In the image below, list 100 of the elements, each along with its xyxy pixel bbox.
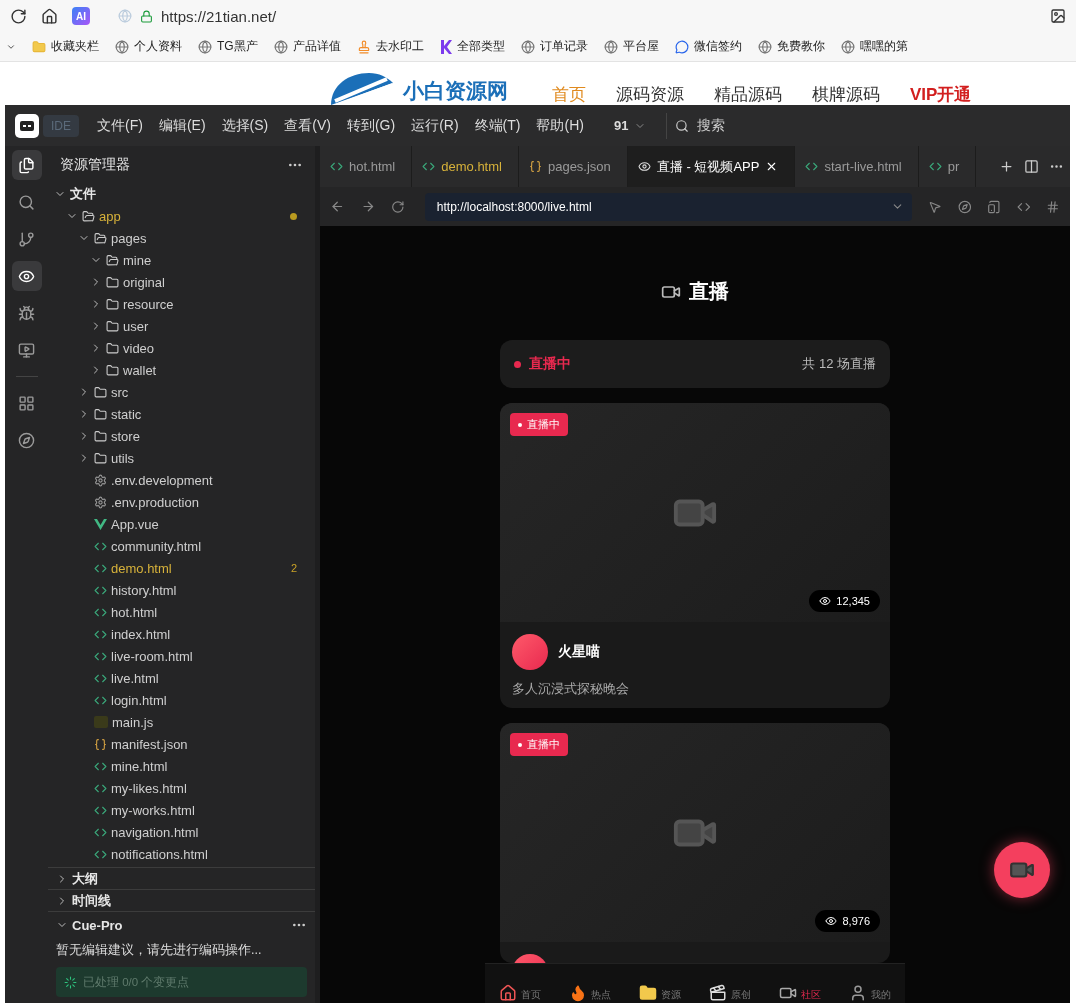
file-row[interactable]: mine.html <box>48 755 315 777</box>
folder-row[interactable]: video <box>48 337 315 359</box>
split-icon[interactable] <box>1024 159 1039 174</box>
activity-button[interactable] <box>11 150 42 180</box>
pointer-icon[interactable] <box>927 199 942 214</box>
file-row[interactable]: hot.html <box>48 601 315 623</box>
nav-link[interactable]: VIP开通 <box>910 85 972 105</box>
folder-row[interactable]: wallet <box>48 359 315 381</box>
home-icon[interactable] <box>41 7 58 25</box>
panel-header[interactable]: 时间线 <box>48 889 315 911</box>
nav-tab[interactable]: 原创 <box>709 984 751 1002</box>
nav-tab[interactable]: 我的 <box>849 984 891 1002</box>
address-text[interactable]: https://21tian.net/ <box>161 7 277 25</box>
bookmark[interactable]: 嘿嘿的第 <box>840 38 908 55</box>
file-name: hot.html <box>111 604 159 620</box>
device-icon[interactable] <box>987 199 1001 214</box>
hash-icon[interactable] <box>1046 199 1060 214</box>
bookmark[interactable]: 个人资料 <box>115 38 182 55</box>
section-header[interactable]: 文件 <box>48 183 315 205</box>
file-row[interactable]: App.vue <box>48 513 315 535</box>
file-row[interactable]: navigation.html <box>48 821 315 843</box>
url-field[interactable]: http://localhost:8000/live.html <box>424 192 912 221</box>
file-name: src <box>111 384 130 400</box>
ide-badge: IDE <box>43 114 79 137</box>
file-row[interactable]: index.html <box>48 623 315 645</box>
file-row[interactable]: login.html <box>48 689 315 711</box>
folder-row[interactable]: static <box>48 403 315 425</box>
menu-item[interactable]: 文件(F) <box>91 112 149 139</box>
menu-item[interactable]: 帮助(H) <box>530 112 590 139</box>
nav-tab[interactable]: 热点 <box>569 984 611 1002</box>
file-row[interactable]: .env.production <box>48 491 315 513</box>
back-icon[interactable] <box>330 199 345 214</box>
globe-icon <box>198 39 212 54</box>
forward-icon[interactable] <box>360 199 376 214</box>
folder-row[interactable]: store <box>48 425 315 447</box>
braces-icon <box>528 160 542 173</box>
menu-item[interactable]: 选择(S) <box>215 112 275 139</box>
folder-row[interactable]: app <box>48 205 315 227</box>
nav-tab[interactable]: 社区 <box>779 984 821 1002</box>
menu-item[interactable]: 查看(V) <box>278 112 337 139</box>
nav-tab[interactable]: 资源 <box>639 984 681 1002</box>
file-row[interactable]: demo.html 2 <box>48 557 315 579</box>
folder-row[interactable]: user <box>48 315 315 337</box>
bookmark[interactable]: 产品详值 <box>273 38 341 55</box>
chat-icon <box>674 39 689 54</box>
file-row[interactable]: live-room.html <box>48 645 315 667</box>
bookmark[interactable]: 平台屋 <box>603 38 659 55</box>
panel-header[interactable]: 大纲 <box>48 867 315 889</box>
bookmark[interactable]: TG黑产 <box>198 38 258 55</box>
file-row[interactable]: live.html <box>48 667 315 689</box>
nav-tab[interactable]: 首页 <box>499 984 541 1002</box>
workspace-switcher[interactable]: 91 <box>603 114 657 137</box>
bookmark[interactable]: 收藏夹栏 <box>32 38 99 55</box>
folder-row[interactable]: mine <box>48 249 315 271</box>
globe-icon <box>273 39 288 54</box>
live-label: 直播中 <box>529 355 571 373</box>
compass-icon[interactable] <box>957 199 972 214</box>
menu-item[interactable]: 运行(R) <box>405 112 465 139</box>
folder-row[interactable]: src <box>48 381 315 403</box>
folder-row[interactable]: pages <box>48 227 315 249</box>
bookmark[interactable]: 微信签约 <box>674 38 742 55</box>
activity-button[interactable] <box>11 261 42 291</box>
folder-icon <box>94 429 107 443</box>
stream-card[interactable]: 直播中 8,976 <box>500 723 890 963</box>
file-row[interactable]: history.html <box>48 579 315 601</box>
editor-tab[interactable]: 直播 - 短视频APP <box>627 146 796 187</box>
search-button[interactable]: 搜索 <box>666 112 734 139</box>
file-row[interactable]: main.js <box>48 711 315 733</box>
nav-link[interactable]: 源码资源 <box>616 85 684 105</box>
viewer-count: 12,345 <box>809 590 880 612</box>
file-name: .env.production <box>111 494 200 510</box>
folder-row[interactable]: utils <box>48 447 315 469</box>
section-title: 文件 <box>70 185 97 203</box>
menu-item[interactable]: 编辑(E) <box>152 112 212 139</box>
bookmark[interactable]: 去水印工 <box>356 38 424 55</box>
file-name: login.html <box>111 692 168 708</box>
file-row[interactable]: my-works.html <box>48 799 315 821</box>
folder-row[interactable]: resource <box>48 293 315 315</box>
image-icon[interactable] <box>1050 8 1066 24</box>
add-icon[interactable] <box>999 159 1014 174</box>
file-row[interactable]: my-likes.html <box>48 777 315 799</box>
nav-link[interactable]: 精品源码 <box>714 85 782 105</box>
file-row[interactable]: .env.development <box>48 469 315 491</box>
bookmark[interactable]: 免费教你 <box>757 38 825 55</box>
folder-icon <box>32 39 46 54</box>
folder-row[interactable]: original <box>48 271 315 293</box>
branch-icon <box>18 230 35 248</box>
app-icon[interactable]: AI <box>72 7 90 25</box>
nav-link[interactable]: 棋牌源码 <box>812 85 880 105</box>
menu-item[interactable]: 转到(G) <box>340 112 402 139</box>
start-live-button[interactable] <box>994 842 1050 898</box>
bookmark[interactable]: 订单记录 <box>520 38 588 55</box>
file-row[interactable]: community.html <box>48 535 315 557</box>
flame-icon <box>569 984 587 1002</box>
file-row[interactable]: manifest.json <box>48 733 315 755</box>
stream-card[interactable]: 直播中 12,345 火星喵 多人沉浸式探秘晚会 <box>500 403 890 708</box>
reload-icon[interactable] <box>10 7 27 25</box>
file-row[interactable]: notifications.html <box>48 843 315 865</box>
menu-item[interactable]: 终端(T) <box>468 112 527 139</box>
bookmark[interactable]: 全部类型 <box>439 38 505 55</box>
